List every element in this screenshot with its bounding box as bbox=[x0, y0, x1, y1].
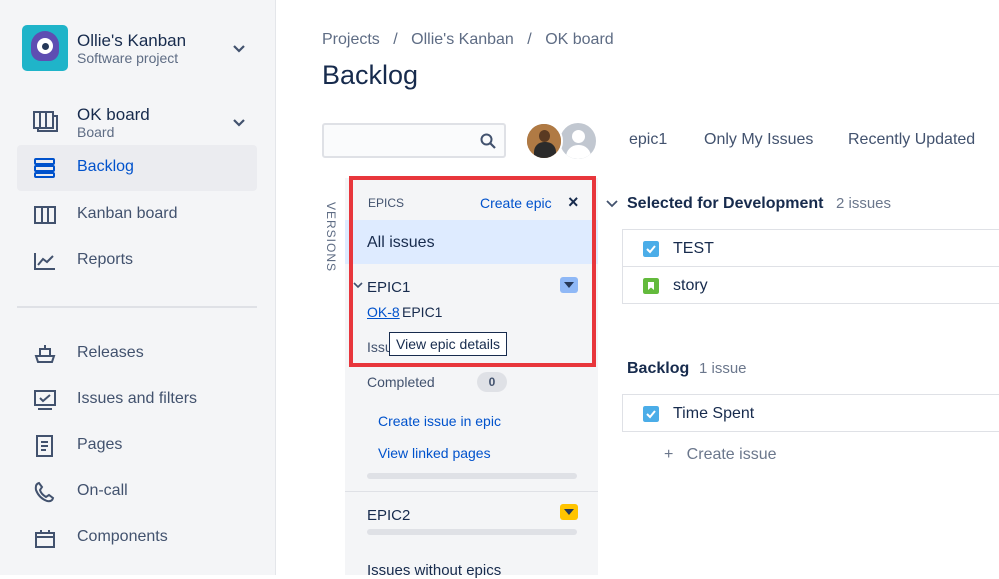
project-avatar[interactable] bbox=[22, 25, 68, 71]
chevron-down-icon[interactable] bbox=[232, 116, 246, 130]
nav-kanban-board[interactable]: Kanban board bbox=[17, 192, 257, 238]
breadcrumb-projects[interactable]: Projects bbox=[322, 31, 380, 48]
nav-label: Pages bbox=[77, 436, 123, 453]
sidebar: Ollie's Kanban Software project OK board… bbox=[0, 0, 276, 575]
quick-filter-epic1[interactable]: epic1 bbox=[629, 131, 667, 149]
project-name[interactable]: Ollie's Kanban bbox=[77, 31, 186, 51]
view-linked-pages-link[interactable]: View linked pages bbox=[378, 445, 491, 461]
board-type: Board bbox=[77, 124, 115, 140]
nav-on-call[interactable]: On-call bbox=[17, 469, 257, 515]
nav-label: Reports bbox=[77, 251, 134, 268]
search-icon[interactable] bbox=[479, 132, 497, 150]
releases-icon bbox=[34, 345, 56, 363]
breadcrumb-separator: / bbox=[393, 31, 398, 48]
story-icon bbox=[643, 278, 659, 294]
avatar-user[interactable] bbox=[525, 122, 563, 160]
nav-label: Components bbox=[77, 528, 168, 545]
quick-filter-recently-updated[interactable]: Recently Updated bbox=[848, 131, 975, 149]
section-title: Selected for Development bbox=[627, 195, 824, 212]
versions-tab[interactable]: VERSIONS bbox=[324, 202, 338, 272]
nav-issues-filters[interactable]: Issues and filters bbox=[17, 377, 257, 423]
issue-row[interactable]: story bbox=[622, 266, 999, 304]
breadcrumb: Projects / Ollie's Kanban / OK board bbox=[322, 31, 623, 49]
nav-label: On-call bbox=[77, 482, 128, 499]
epic-menu-button[interactable] bbox=[560, 504, 578, 520]
search-field[interactable] bbox=[322, 123, 506, 158]
nav-backlog[interactable]: Backlog bbox=[17, 145, 257, 191]
issue-row[interactable]: TEST bbox=[622, 229, 999, 267]
issue-summary: Time Spent bbox=[673, 405, 755, 422]
issues-without-epics-item[interactable]: Issues without epics bbox=[367, 562, 501, 579]
nav-label: Issues and filters bbox=[77, 390, 198, 407]
board-icon bbox=[33, 111, 58, 132]
search-input[interactable] bbox=[330, 130, 470, 152]
task-icon bbox=[643, 241, 659, 257]
nav-reports[interactable]: Reports bbox=[17, 238, 257, 284]
on-call-icon bbox=[34, 481, 55, 503]
issue-row[interactable]: Time Spent bbox=[622, 394, 999, 432]
completed-count: 0 bbox=[477, 372, 507, 392]
task-icon bbox=[643, 406, 659, 422]
section-issue-count: 2 issues bbox=[836, 195, 892, 212]
create-issue-in-epic-link[interactable]: Create issue in epic bbox=[378, 413, 501, 429]
completed-label: Completed bbox=[367, 374, 435, 390]
breadcrumb-board[interactable]: OK board bbox=[545, 31, 613, 48]
epic-progress-bar bbox=[367, 529, 577, 535]
issues-filters-icon bbox=[34, 390, 56, 410]
pages-icon bbox=[36, 435, 53, 457]
section-issue-count: 1 issue bbox=[699, 360, 747, 377]
tooltip-view-epic-details: View epic details bbox=[389, 332, 508, 356]
nav-components[interactable]: Components bbox=[17, 515, 257, 561]
components-icon bbox=[35, 530, 55, 548]
chevron-down-icon[interactable] bbox=[232, 42, 246, 56]
reports-icon bbox=[34, 253, 55, 270]
nav-releases[interactable]: Releases bbox=[17, 331, 257, 377]
section-title: Backlog bbox=[627, 360, 690, 377]
quick-filter-only-my-issues[interactable]: Only My Issues bbox=[704, 131, 813, 149]
create-issue-button[interactable]: + Create issue bbox=[664, 446, 777, 464]
issue-summary: TEST bbox=[673, 240, 714, 257]
nav-label: Kanban board bbox=[77, 205, 178, 222]
page-title: Backlog bbox=[322, 60, 419, 90]
nav-label: Releases bbox=[77, 344, 144, 361]
kanban-board-icon bbox=[34, 206, 56, 224]
board-name[interactable]: OK board bbox=[77, 105, 150, 125]
nav-pages[interactable]: Pages bbox=[17, 423, 257, 469]
sidebar-divider bbox=[17, 306, 257, 308]
project-type: Software project bbox=[77, 50, 179, 66]
epic-name[interactable]: EPIC2 bbox=[367, 507, 410, 524]
epic-progress-bar bbox=[367, 473, 577, 479]
breadcrumb-separator: / bbox=[527, 31, 532, 48]
breadcrumb-project[interactable]: Ollie's Kanban bbox=[411, 31, 514, 48]
chevron-down-icon[interactable] bbox=[606, 198, 618, 210]
backlog-icon bbox=[34, 158, 55, 178]
avatar-unassigned[interactable] bbox=[558, 121, 598, 161]
nav-label: Backlog bbox=[77, 158, 134, 175]
issue-summary: story bbox=[673, 277, 708, 294]
